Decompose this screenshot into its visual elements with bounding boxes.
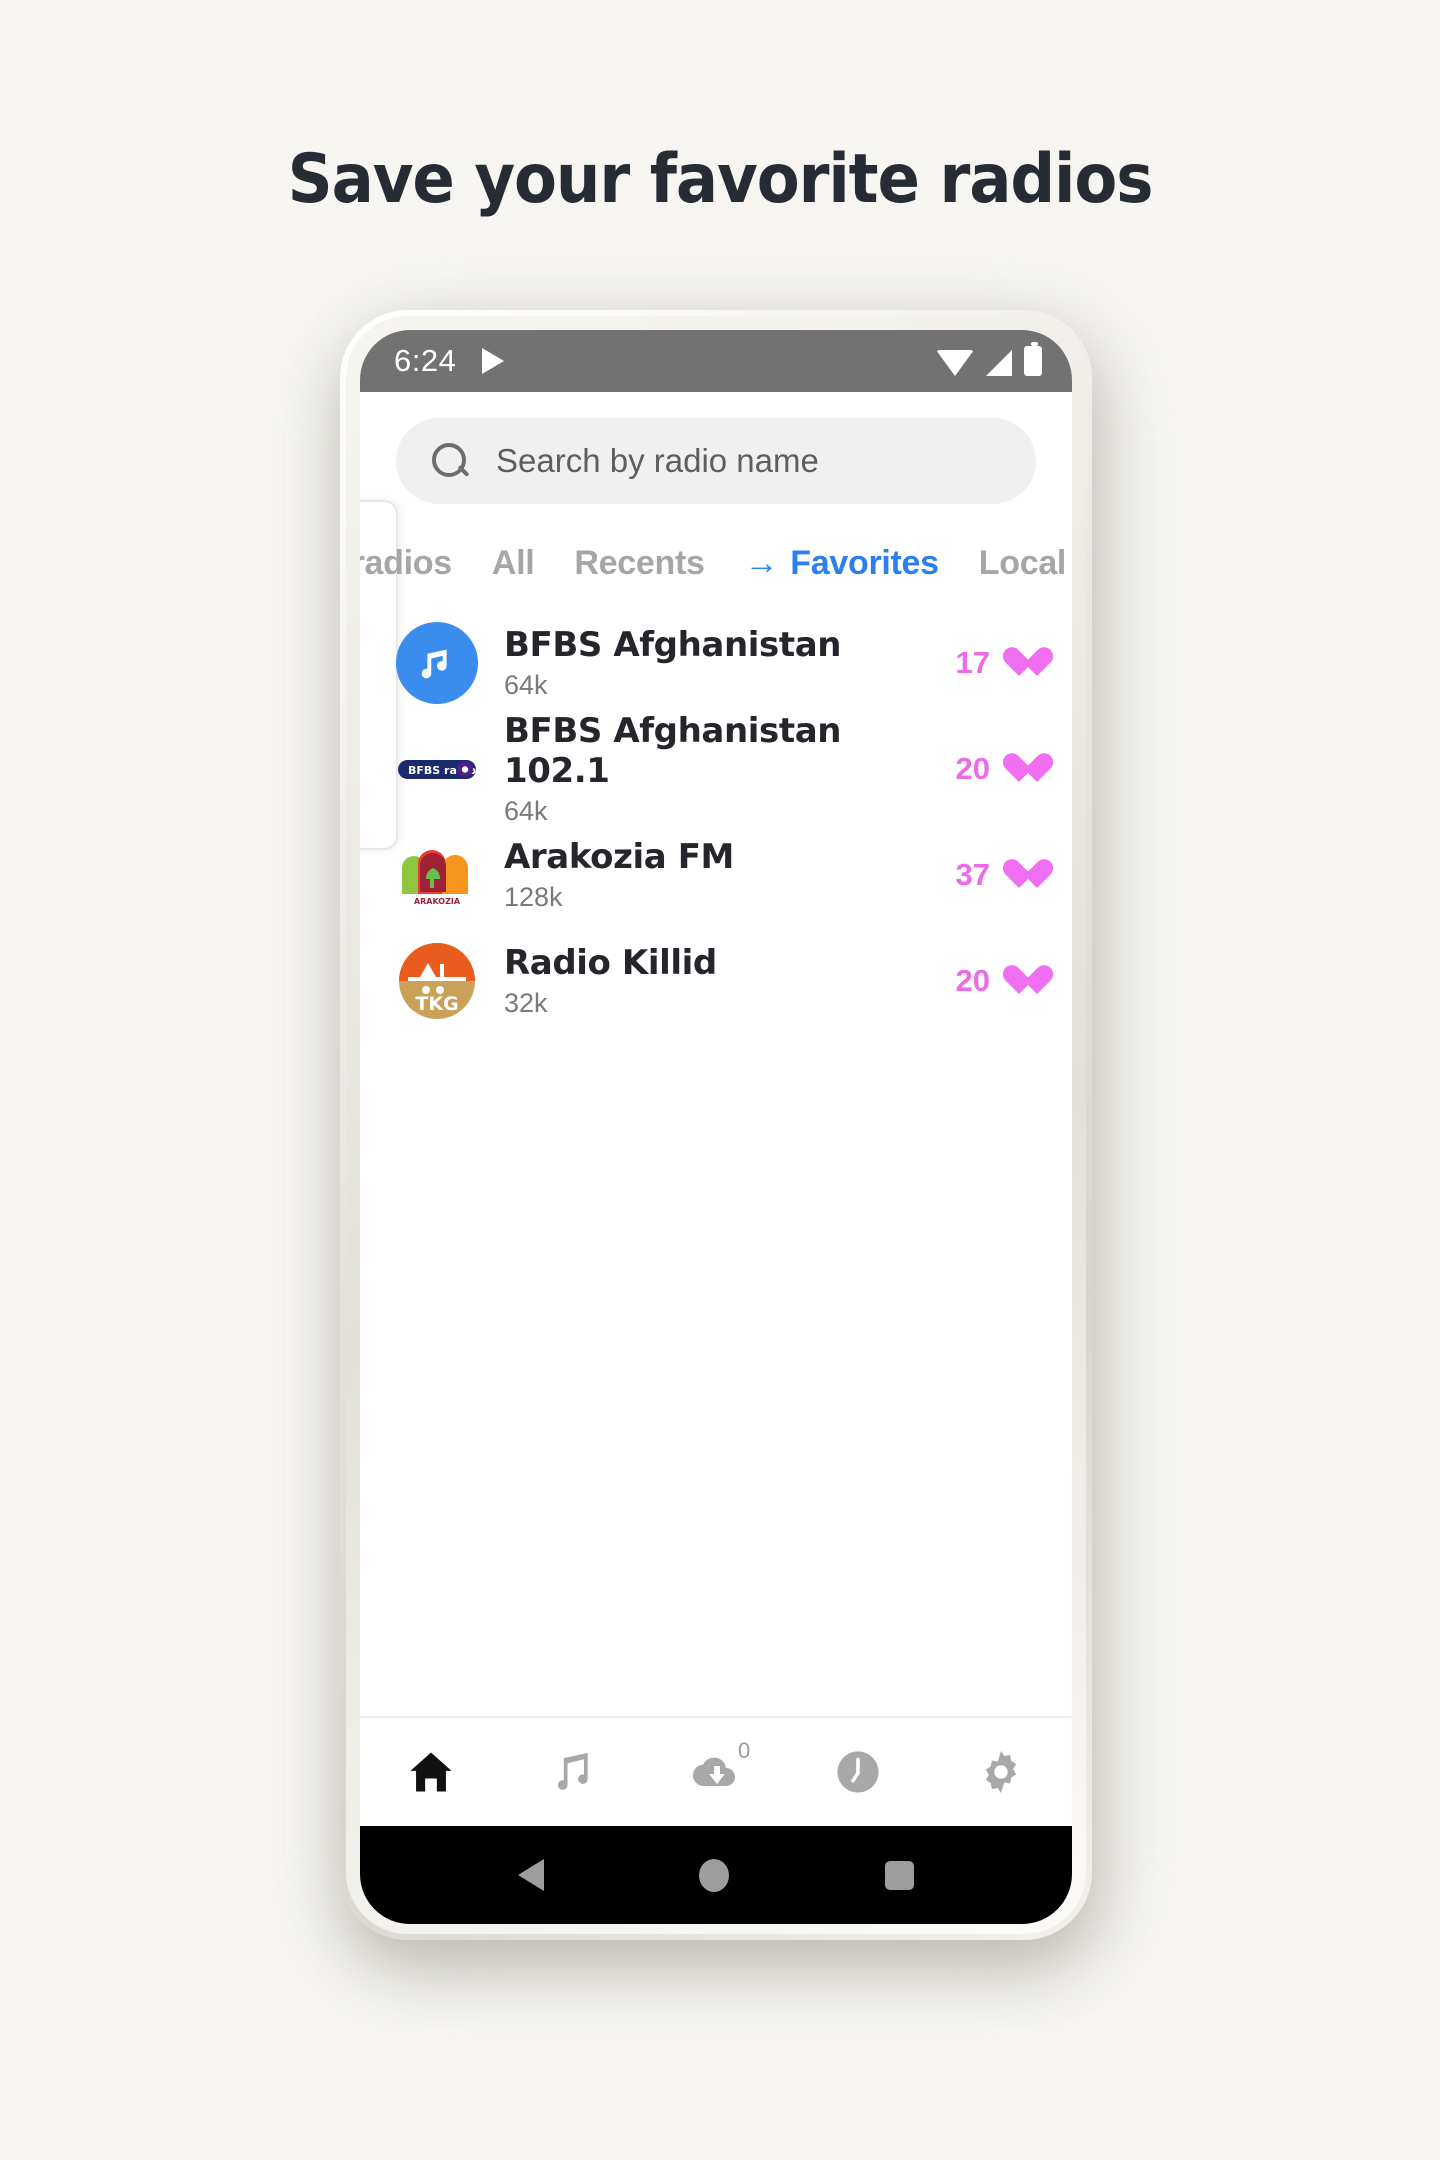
tab-local[interactable]: Local [979,544,1067,583]
page-title: Save your favorite radios [287,140,1154,219]
nav-music[interactable] [502,1718,644,1826]
play-triangle-icon [482,348,505,374]
search-placeholder: Search by radio name [496,442,819,479]
phone-bezel: 6:24 Search by radio name radios All Rec… [346,316,1086,1934]
svg-text:TKG: TKG [415,993,458,1015]
android-navigation-bar [360,1826,1072,1924]
status-icons [936,342,1042,376]
favorite-count: 20 [955,963,990,998]
favorite-count-group[interactable]: 17 [956,645,1036,681]
tab-all[interactable]: All [492,544,535,583]
station-bitrate: 64k [504,796,548,826]
phone-screen: 6:24 Search by radio name radios All Rec… [360,330,1072,1924]
list-item[interactable]: ARAKOZIA Arakozia FM 128k 37 [360,822,1072,928]
arrow-right-icon: → [744,543,779,582]
nav-downloads[interactable]: 0 [645,1718,787,1826]
nav-settings[interactable] [930,1718,1072,1826]
station-info: Radio Killid 32k [504,943,956,1019]
bottom-navigation: 0 [360,1716,1072,1826]
status-bar: 6:24 [360,330,1072,392]
nav-recents[interactable] [787,1718,929,1826]
favorite-count-group[interactable]: 20 [956,751,1036,787]
station-bitrate: 128k [504,882,563,912]
phone-frame: 6:24 Search by radio name radios All Rec… [340,310,1092,1940]
tab-favorites-label: Favorites [790,543,939,582]
svg-text:ARAKOZIA: ARAKOZIA [414,897,461,906]
tab-favorites[interactable]: → Favorites [745,544,939,583]
status-time: 6:24 [394,343,457,378]
heart-icon[interactable] [1002,754,1036,785]
station-logo-killid: TKG [396,940,478,1022]
favorite-count-group[interactable]: 20 [956,963,1036,999]
app-content: Search by radio name p radios All Recent… [360,392,1072,1716]
poster-canvas: Save your favorite radios 6:24 Search by… [0,0,1440,2160]
station-name: Radio Killid [504,943,717,983]
station-name: Arakozia FM [504,837,734,877]
station-logo-music-note [396,622,478,704]
radio-list: BFBS Afghanistan 64k 17 BFBS radio BFBS … [360,610,1072,1034]
back-triangle-icon[interactable] [517,1859,544,1891]
gear-icon [985,1750,1016,1794]
clock-icon [837,1751,880,1793]
station-info: Arakozia FM 128k [504,837,956,913]
favorite-count-group[interactable]: 37 [956,857,1036,893]
home-icon [410,1752,452,1792]
station-info: BFBS Afghanistan 64k [504,625,956,701]
tab-recents[interactable]: Recents [574,544,704,583]
tab-bar: p radios All Recents → Favorites Local [360,532,1072,594]
battery-icon [1024,342,1042,376]
favorite-count: 17 [955,645,990,680]
list-item[interactable]: BFBS radio BFBS Afghanistan 102.1 64k 20 [360,711,1072,826]
heart-icon[interactable] [1002,860,1036,891]
favorite-count: 37 [955,857,990,892]
favorite-count: 20 [955,751,990,786]
list-item[interactable]: TKG Radio Killid 32k 20 [360,928,1072,1034]
station-info: BFBS Afghanistan 102.1 64k [504,711,956,827]
heart-icon[interactable] [1002,966,1036,997]
home-circle-icon[interactable] [699,1858,730,1892]
downloads-badge: 0 [738,1738,751,1763]
search-icon [430,441,470,481]
cloud-download-icon [692,1757,736,1787]
heart-icon[interactable] [1002,648,1036,679]
list-item[interactable]: BFBS Afghanistan 64k 17 [360,610,1072,716]
nav-home[interactable] [360,1718,502,1826]
station-name: BFBS Afghanistan 102.1 [504,711,842,791]
station-name: BFBS Afghanistan [504,625,842,665]
station-bitrate: 64k [504,670,548,700]
tab-top-radios[interactable]: p radios [360,544,452,583]
cellular-signal-icon [986,350,1012,376]
wifi-icon [936,350,974,376]
station-logo-bfbs-radio: BFBS radio [396,728,478,810]
search-area: Search by radio name [360,392,1072,504]
station-logo-arakozia: ARAKOZIA [396,834,478,916]
search-input[interactable]: Search by radio name [396,418,1036,504]
music-note-icon [557,1752,588,1790]
recents-square-icon[interactable] [885,1860,915,1890]
station-bitrate: 32k [504,988,548,1018]
